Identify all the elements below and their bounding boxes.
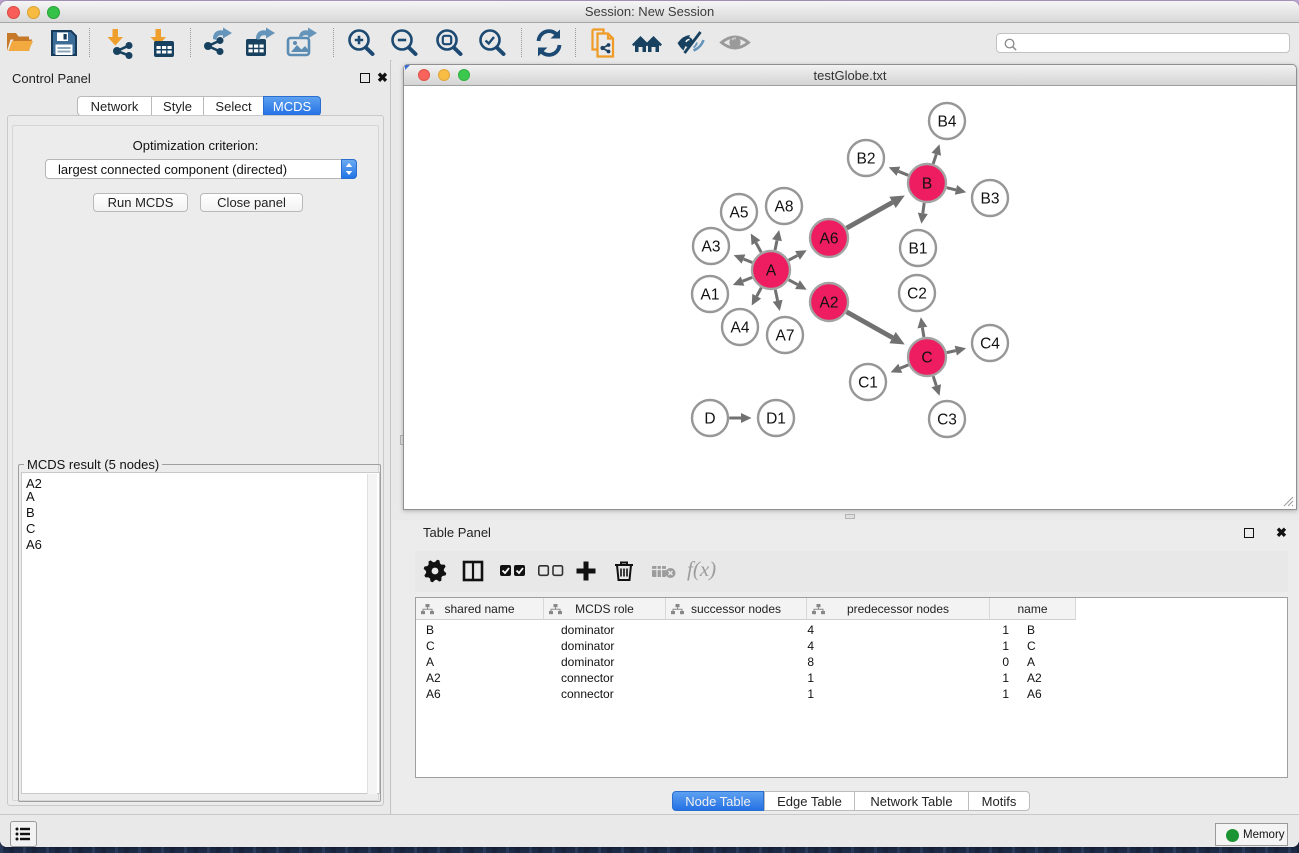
svg-text:A5: A5 xyxy=(730,205,749,222)
svg-text:A6: A6 xyxy=(820,231,839,248)
svg-text:C1: C1 xyxy=(858,375,878,392)
svg-text:C4: C4 xyxy=(980,336,1000,353)
svg-text:C3: C3 xyxy=(937,412,957,429)
svg-text:C2: C2 xyxy=(907,286,927,303)
svg-text:D1: D1 xyxy=(766,411,786,428)
svg-text:B1: B1 xyxy=(909,241,928,258)
svg-text:B: B xyxy=(922,176,932,193)
svg-text:A1: A1 xyxy=(701,287,720,304)
svg-text:A8: A8 xyxy=(775,199,794,216)
svg-text:C: C xyxy=(921,350,932,367)
svg-text:B3: B3 xyxy=(981,191,1000,208)
svg-text:B2: B2 xyxy=(857,151,876,168)
svg-text:A2: A2 xyxy=(820,295,839,312)
svg-text:B4: B4 xyxy=(938,114,957,131)
svg-text:A3: A3 xyxy=(702,239,721,256)
svg-text:D: D xyxy=(704,411,715,428)
svg-text:A: A xyxy=(766,263,777,280)
svg-text:A7: A7 xyxy=(776,328,795,345)
svg-text:A4: A4 xyxy=(731,320,750,337)
